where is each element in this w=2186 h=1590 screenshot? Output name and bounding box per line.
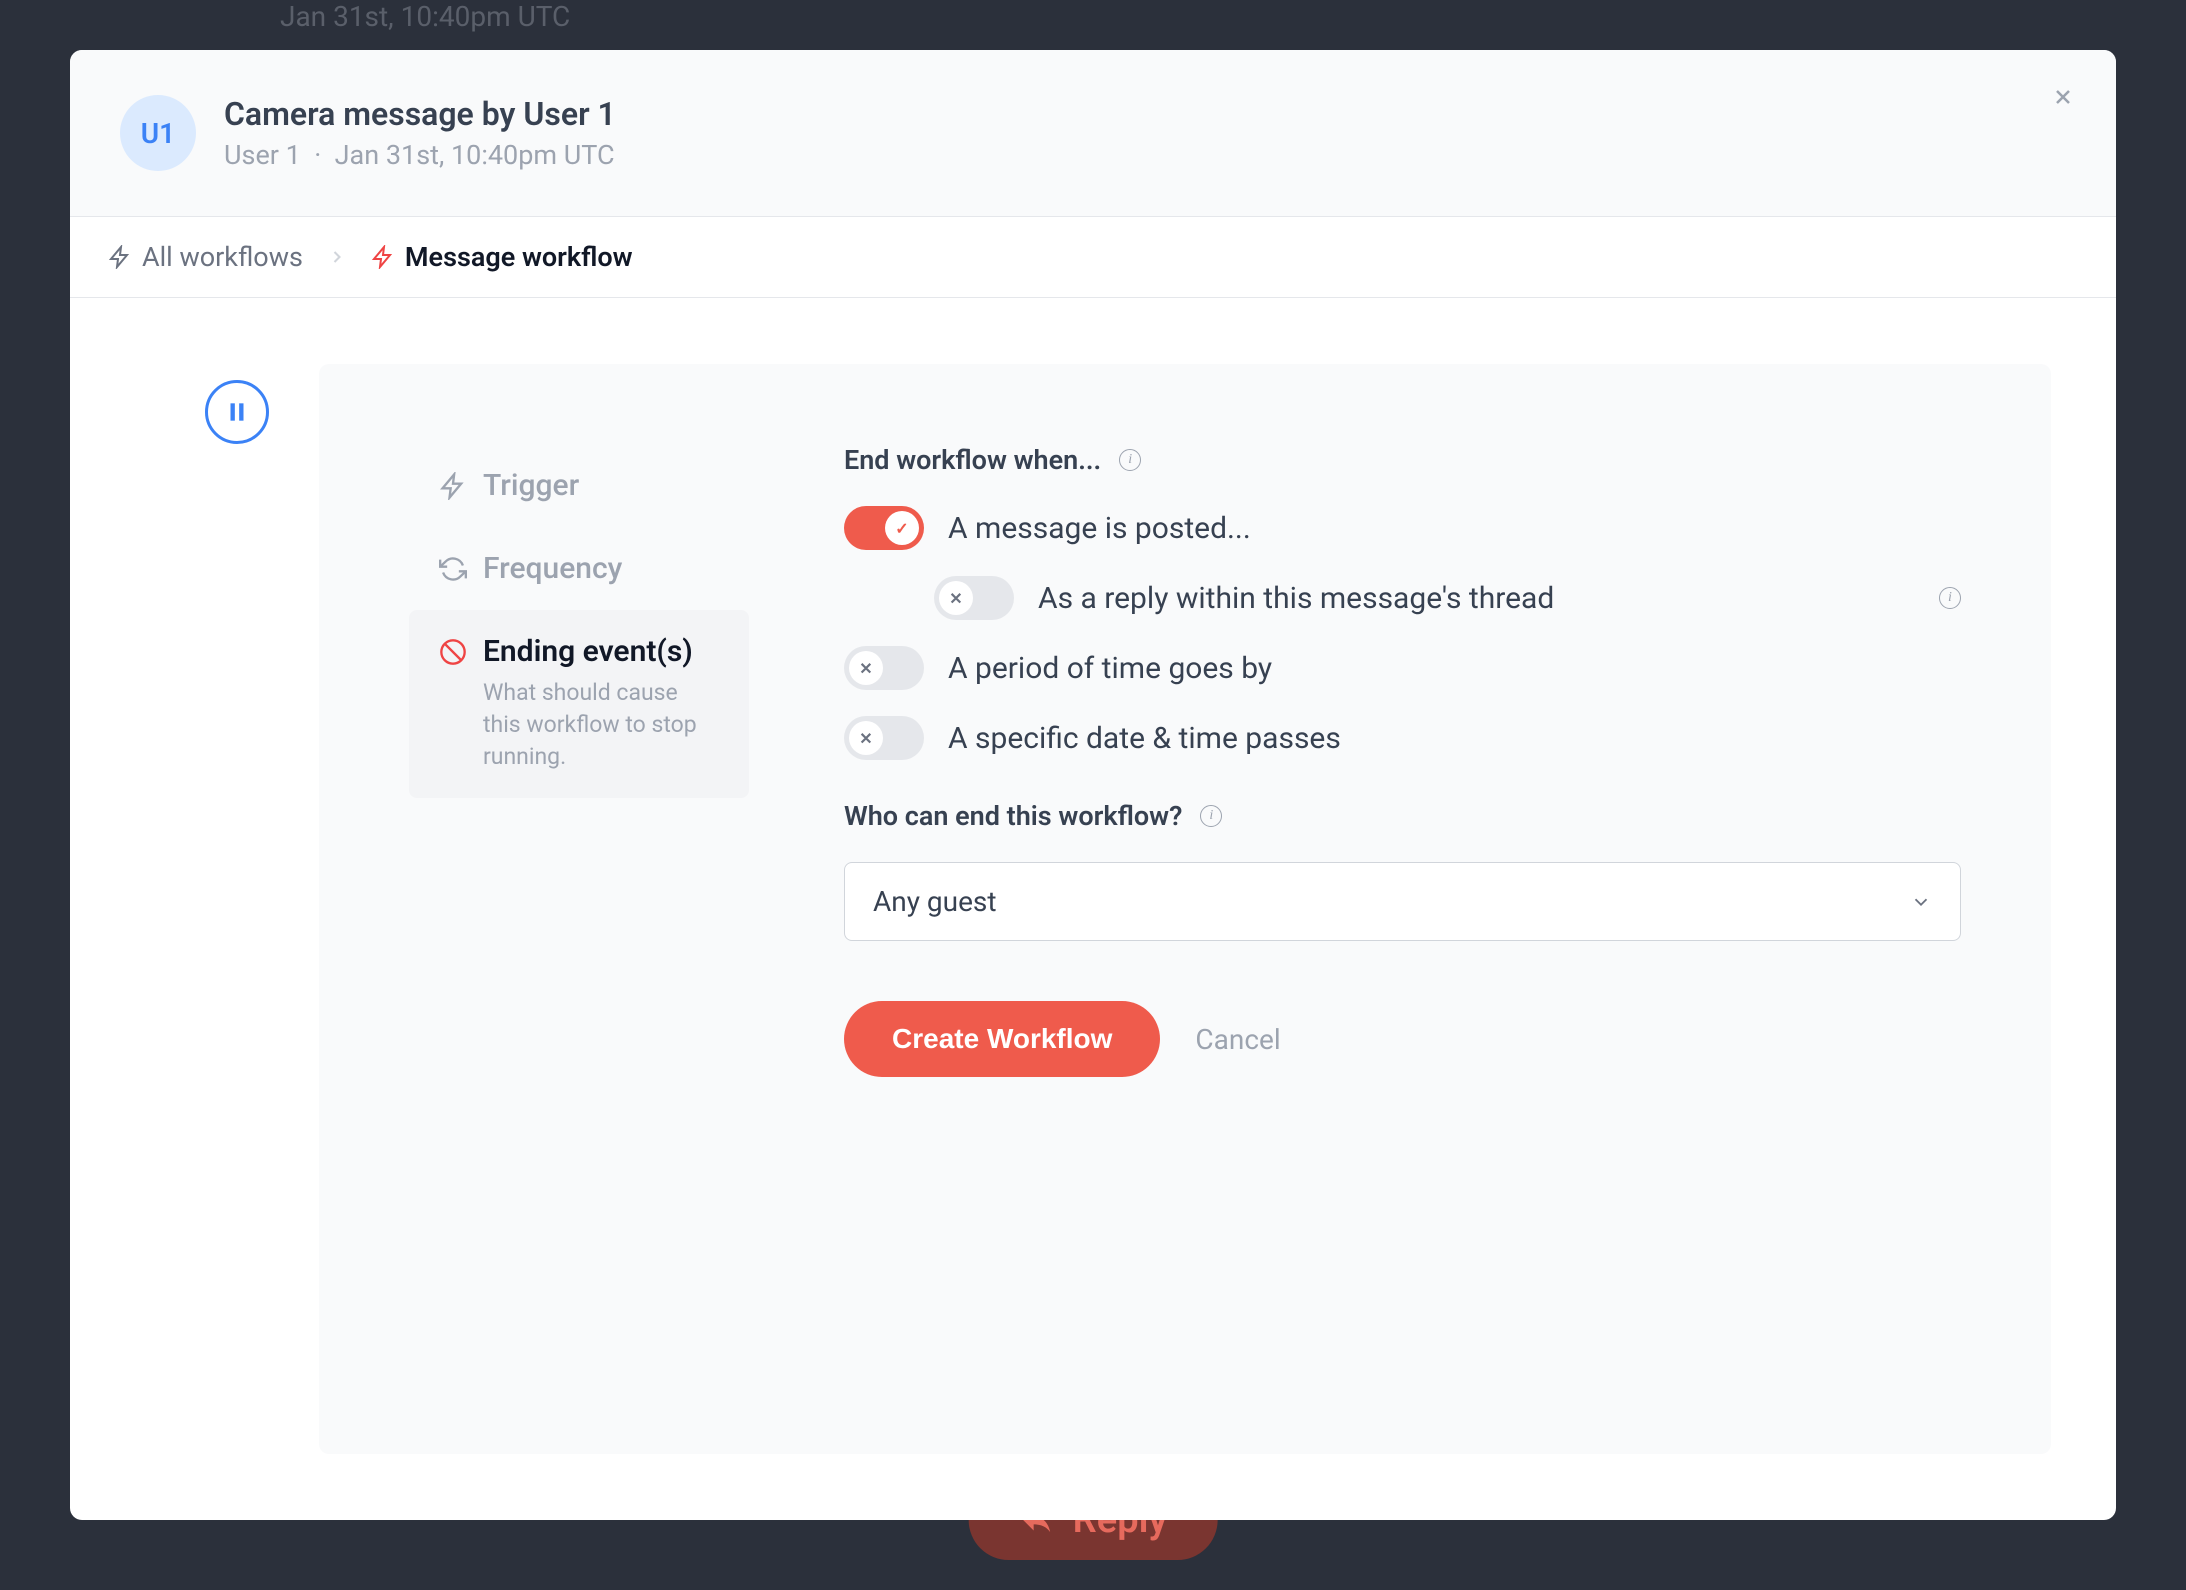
lightning-icon [439, 472, 467, 500]
option-reply-thread-label: As a reply within this message's thread [1038, 581, 1915, 616]
create-workflow-button[interactable]: Create Workflow [844, 1001, 1160, 1077]
breadcrumb-all-label: All workflows [142, 241, 303, 273]
option-message-posted: ✓ A message is posted... [844, 506, 1961, 550]
info-icon[interactable]: i [1939, 587, 1961, 609]
toggle-knob-x: ✕ [849, 721, 883, 755]
nav-ending-desc: What should cause this workflow to stop … [483, 677, 719, 774]
toggle-knob-checkmark: ✓ [885, 511, 919, 545]
end-when-section: End workflow when... i [844, 444, 1961, 476]
header-separator: · [314, 139, 321, 171]
option-period-time-label: A period of time goes by [948, 651, 1961, 686]
breadcrumb-current-label: Message workflow [405, 241, 633, 273]
side-indicator [205, 364, 269, 1454]
option-reply-thread: ✕ As a reply within this message's threa… [934, 576, 1961, 620]
who-can-end-selected: Any guest [873, 885, 997, 918]
toggle-reply-thread[interactable]: ✕ [934, 576, 1014, 620]
header-meta: User 1 · Jan 31st, 10:40pm UTC [224, 139, 616, 171]
lightning-icon [371, 245, 395, 269]
who-can-end-section: Who can end this workflow? i Any guest [844, 800, 1961, 941]
toggle-knob-x: ✕ [939, 581, 973, 615]
option-specific-date: ✕ A specific date & time passes [844, 716, 1961, 760]
bg-timestamp: Jan 31st, 10:40pm UTC [280, 0, 2006, 33]
who-can-end-heading: Who can end this workflow? i [844, 800, 1961, 832]
close-button[interactable] [2042, 76, 2084, 118]
modal-title: Camera message by User 1 [224, 95, 616, 133]
header-user: User 1 [224, 139, 301, 171]
info-icon[interactable]: i [1200, 805, 1222, 827]
toggle-specific-date[interactable]: ✕ [844, 716, 924, 760]
nav-ending-events[interactable]: Ending event(s) What should cause this w… [409, 610, 749, 798]
end-when-label: End workflow when... [844, 444, 1101, 476]
prohibit-icon [439, 638, 467, 666]
pause-indicator[interactable] [205, 380, 269, 444]
background-content: Jan 31st, 10:40pm UTC [0, 0, 2186, 33]
toggle-message-posted[interactable]: ✓ [844, 506, 924, 550]
breadcrumb-current: Message workflow [371, 241, 633, 273]
toggle-period-time[interactable]: ✕ [844, 646, 924, 690]
cancel-button[interactable]: Cancel [1195, 1023, 1280, 1056]
content-card: Trigger Frequency Ending event(s) What s… [319, 364, 2051, 1454]
modal-body: Trigger Frequency Ending event(s) What s… [70, 298, 2116, 1520]
who-can-end-label: Who can end this workflow? [844, 800, 1182, 832]
pause-icon [224, 399, 250, 425]
chevron-right-icon [327, 247, 347, 267]
nav-trigger-label: Trigger [483, 468, 579, 503]
nav-frequency[interactable]: Frequency [409, 527, 749, 610]
option-period-time: ✕ A period of time goes by [844, 646, 1961, 690]
who-can-end-select[interactable]: Any guest [844, 862, 1961, 941]
refresh-icon [439, 555, 467, 583]
sidebar-nav: Trigger Frequency Ending event(s) What s… [409, 444, 749, 1374]
chevron-down-icon [1910, 891, 1932, 913]
info-icon[interactable]: i [1119, 449, 1141, 471]
option-message-posted-label: A message is posted... [948, 511, 1961, 546]
header-timestamp: Jan 31st, 10:40pm UTC [335, 139, 615, 171]
nav-ending-label: Ending event(s) [483, 634, 719, 669]
lightning-icon [108, 245, 132, 269]
breadcrumb: All workflows Message workflow [70, 217, 2116, 298]
actions: Create Workflow Cancel [844, 1001, 1961, 1077]
avatar: U1 [120, 95, 196, 171]
nav-trigger[interactable]: Trigger [409, 444, 749, 527]
workflow-modal: U1 Camera message by User 1 User 1 · Jan… [70, 50, 2116, 1520]
option-specific-date-label: A specific date & time passes [948, 721, 1961, 756]
toggle-knob-x: ✕ [849, 651, 883, 685]
close-icon [2051, 85, 2075, 109]
breadcrumb-all-workflows[interactable]: All workflows [108, 241, 303, 273]
main-area: End workflow when... i ✓ A message is po… [789, 444, 1961, 1374]
nav-frequency-label: Frequency [483, 551, 622, 586]
modal-header: U1 Camera message by User 1 User 1 · Jan… [70, 50, 2116, 217]
header-text: Camera message by User 1 User 1 · Jan 31… [224, 95, 616, 171]
